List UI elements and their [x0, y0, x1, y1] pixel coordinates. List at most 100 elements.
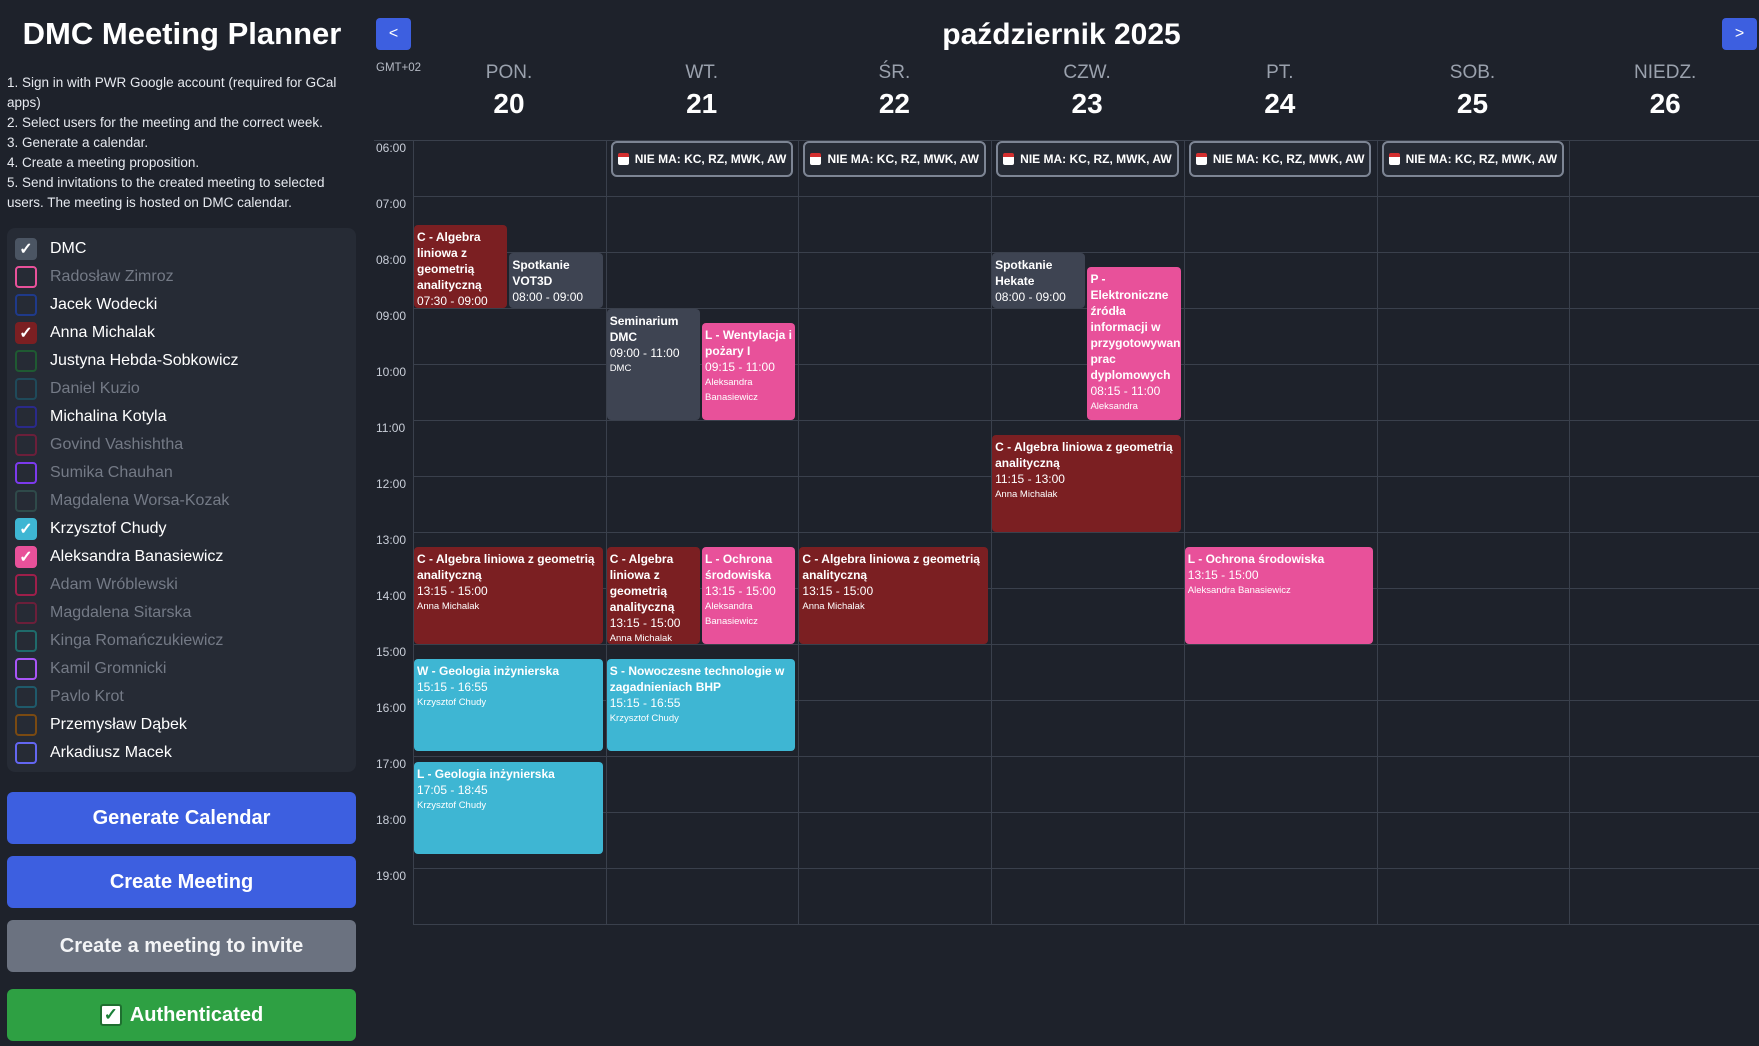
calendar-event[interactable]: P - Elektroniczne źródła informacji w pr… [1087, 267, 1181, 420]
all-day-event[interactable]: NIE MA: KC, RZ, MWK, AW [610, 141, 794, 177]
user-row[interactable]: ✓ Anna Michalak [15, 320, 155, 346]
calendar-event[interactable]: C - Algebra liniowa z geometrią analityc… [414, 225, 508, 308]
instruction-step: 2. Select users for the meeting and the … [7, 115, 323, 130]
calendar-event[interactable]: S - Nowoczesne technologie w zagadnienia… [606, 659, 796, 752]
event-time: 13:15 - 15:00 [1187, 568, 1259, 582]
event-title: C - Algebra liniowa z geometrią analityc… [995, 440, 1173, 470]
user-checkbox[interactable] [15, 378, 37, 400]
calendar-event[interactable]: L - Geologia inżynierska 17:05 - 18:45 Krz… [414, 761, 603, 854]
day-number: 26 [1649, 88, 1681, 119]
user-row[interactable]: Adam Wróblewski [15, 572, 178, 598]
generate-calendar-button[interactable]: Generate Calendar [7, 792, 356, 844]
day-divider [605, 140, 607, 924]
calendar-event[interactable]: C - Algebra liniowa z geometrią analityc… [992, 435, 1181, 532]
event-title: S - Nowoczesne technologie w zagadnienia… [609, 664, 785, 694]
create-meeting-button[interactable]: Create Meeting [7, 856, 356, 908]
user-row[interactable]: Kamil Gromnicki [15, 656, 166, 682]
all-day-event-label: NIE MA: KC, RZ, MWK, AW [1020, 152, 1172, 166]
user-checkbox[interactable] [15, 686, 37, 708]
user-checkbox[interactable]: ✓ [15, 518, 37, 540]
time-label: 14:00 [376, 589, 407, 603]
instruction-step: 1. Sign in with PWR Google account (requ… [7, 75, 337, 110]
all-day-event[interactable]: NIE MA: KC, RZ, MWK, AW [1381, 141, 1565, 177]
user-checkbox[interactable] [15, 434, 37, 456]
user-checkbox[interactable] [15, 490, 37, 512]
all-day-event-label: NIE MA: KC, RZ, MWK, AW [827, 152, 979, 166]
create-meeting-invite-button[interactable]: Create a meeting to invite [7, 920, 356, 972]
user-checkbox[interactable] [15, 630, 37, 652]
user-row[interactable]: Daniel Kuzio [15, 376, 140, 402]
calendar-event[interactable]: L - Ochrona środowiska 13:15 - 15:00 Aleks… [702, 547, 796, 644]
hour-gridline [413, 924, 1759, 925]
user-row[interactable]: Justyna Hebda-Sobkowicz [15, 348, 239, 374]
user-row[interactable]: Radosław Zimroz [15, 264, 174, 290]
user-row[interactable]: Magdalena Sitarska [15, 600, 191, 626]
user-row[interactable]: Arkadiusz Macek [15, 740, 172, 766]
prev-week-button[interactable]: < [376, 18, 411, 50]
authenticated-label: Authenticated [129, 1003, 264, 1026]
calendar-event[interactable]: L - Ochrona środowiska 13:15 - 15:00 Aleks… [1184, 547, 1374, 644]
event-time: 08:00 - 09:00 [512, 290, 584, 304]
user-name: Magdalena Sitarska [50, 604, 192, 621]
user-row[interactable]: Sumika Chauhan [15, 460, 173, 486]
calendar-event[interactable]: C - Algebra liniowa z geometrią analityc… [414, 547, 603, 644]
next-week-button[interactable]: > [1722, 18, 1757, 50]
instruction-step: 4. Create a meeting proposition. [7, 155, 200, 170]
user-row[interactable]: ✓ DMC [15, 236, 86, 262]
week-calendar: październik 2025 < > GMT+02 PON. 20 WT. 21 Ś… [364, 0, 1759, 1046]
user-checkbox[interactable] [15, 574, 37, 596]
event-attendee: Anna Michalak [995, 489, 1058, 500]
user-row[interactable]: Przemysław Dąbek [15, 712, 187, 738]
user-name: Sumika Chauhan [50, 464, 173, 481]
user-checkbox[interactable] [15, 658, 37, 680]
time-label: 11:00 [376, 421, 406, 435]
user-row[interactable]: Govind Vashishtha [15, 432, 183, 458]
time-label: 17:00 [376, 757, 407, 771]
calendar-event[interactable]: L - Wentylacja i pożary I 09:15 - 11:00 Al… [702, 323, 796, 420]
user-row[interactable]: Pavlo Krot [15, 684, 124, 710]
event-attendee: Aleksandra [1090, 401, 1138, 412]
user-checkbox[interactable] [15, 406, 37, 428]
user-checkbox[interactable] [15, 742, 37, 764]
user-row[interactable]: ✓ Krzysztof Chudy [15, 516, 166, 542]
user-checkbox[interactable] [15, 350, 37, 372]
user-checkbox[interactable]: ✓ [15, 322, 37, 344]
hour-gridline [413, 420, 1759, 421]
time-label: 10:00 [376, 365, 407, 379]
event-title: Seminarium DMC [609, 314, 679, 344]
calendar-event[interactable]: Spotkanie VOT3D 08:00 - 09:00 [509, 253, 603, 308]
hour-gridline [413, 644, 1759, 645]
user-row[interactable]: Kinga Romańczukiewicz [15, 628, 223, 654]
user-checkbox[interactable]: ✓ [15, 546, 37, 568]
calendar-event[interactable]: W - Geologia inżynierska 15:15 - 16:55 Krz… [414, 659, 603, 752]
user-row[interactable]: Michalina Kotyla [15, 404, 167, 430]
calendar-event[interactable]: Seminarium DMC 09:00 - 11:00 DMC [606, 309, 701, 420]
user-row[interactable]: ✓ Aleksandra Banasiewicz [15, 544, 223, 570]
user-checkbox[interactable] [15, 266, 37, 288]
calendar-icon [1195, 153, 1207, 165]
user-checkbox[interactable]: ✓ [15, 238, 37, 260]
day-name: NIEDZ. [1634, 62, 1697, 83]
user-name: DMC [50, 240, 87, 257]
event-time: 17:05 - 18:45 [417, 782, 488, 797]
day-divider [798, 140, 800, 924]
user-checkbox[interactable] [15, 602, 37, 624]
day-header: SOB. 25 [1377, 62, 1569, 120]
all-day-event[interactable]: NIE MA: KC, RZ, MWK, AW [803, 141, 987, 177]
user-name: Pavlo Krot [50, 688, 124, 705]
user-checkbox[interactable] [15, 462, 37, 484]
event-title: L - Geologia inżynierska [417, 766, 555, 781]
all-day-event[interactable]: NIE MA: KC, RZ, MWK, AW [1188, 141, 1372, 177]
day-number: 24 [1264, 88, 1296, 119]
user-checkbox[interactable] [15, 294, 37, 316]
app-title: DMC Meeting Planner [22, 16, 342, 51]
all-day-event[interactable]: NIE MA: KC, RZ, MWK, AW [996, 141, 1179, 177]
user-row[interactable]: Magdalena Worsa-Kozak [15, 488, 229, 514]
user-row[interactable]: Jacek Wodecki [15, 292, 157, 318]
calendar-event[interactable]: C - Algebra liniowa z geometrią analityc… [606, 547, 701, 644]
hour-gridline [413, 252, 1759, 253]
user-checkbox[interactable] [15, 714, 37, 736]
calendar-event[interactable]: C - Algebra liniowa z geometrią analityc… [799, 547, 989, 644]
authenticated-button[interactable]: ✓ Authenticated [7, 989, 356, 1041]
calendar-event[interactable]: Spotkanie Hekate 08:00 - 09:00 [992, 253, 1086, 308]
